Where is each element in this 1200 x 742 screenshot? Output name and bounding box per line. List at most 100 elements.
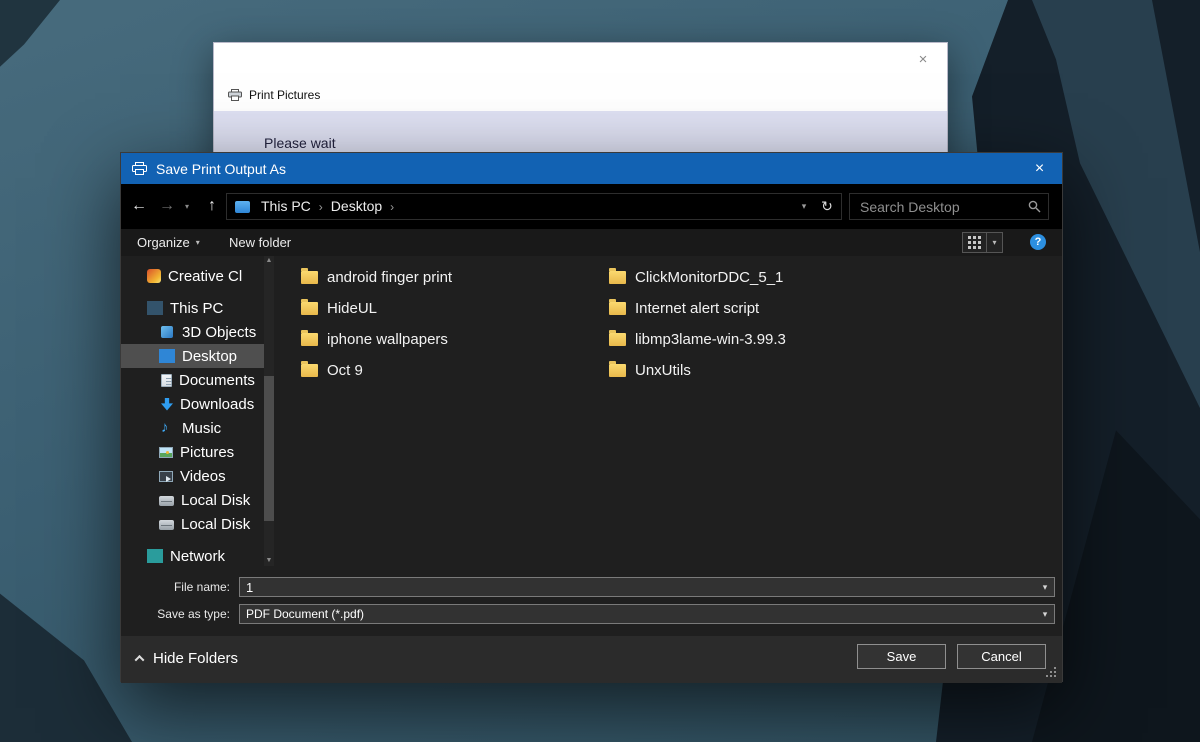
address-dropdown-icon[interactable]: ▾ xyxy=(794,194,814,219)
resize-grip[interactable] xyxy=(1046,667,1058,679)
sidebar-scrollbar[interactable]: ▲ ▼ xyxy=(264,256,274,566)
sidebar-item-label: Documents xyxy=(179,372,255,389)
forward-icon[interactable]: → xyxy=(156,195,178,217)
sidebar-item-pictures[interactable]: Pictures xyxy=(121,440,264,464)
file-item[interactable]: libmp3lame-win-3.99.3 xyxy=(609,324,929,355)
view-options-group: ▾ xyxy=(962,232,1003,253)
file-browser-area: Creative Cl This PC3D Objects Desktop Docum… xyxy=(121,256,1062,566)
folder-icon xyxy=(609,333,626,346)
sidebar-item-3d-objects[interactable]: 3D Objects xyxy=(121,320,264,344)
search-input[interactable] xyxy=(850,194,1022,219)
new-folder-label: New folder xyxy=(229,235,291,250)
search-icon[interactable] xyxy=(1028,200,1041,218)
sidebar-item-label: Downloads xyxy=(180,396,254,413)
print-pictures-title: Print Pictures xyxy=(228,88,320,102)
file-name-input[interactable] xyxy=(240,580,1036,595)
print-pictures-title-label: Print Pictures xyxy=(249,88,320,102)
breadcrumb-item[interactable]: This PC xyxy=(255,194,317,219)
file-item[interactable]: UnxUtils xyxy=(609,355,929,386)
scroll-up-icon[interactable]: ▲ xyxy=(264,256,274,266)
print-pictures-header: × Print Pictures xyxy=(214,43,947,111)
organize-button[interactable]: Organize ▾ xyxy=(137,229,200,256)
up-icon[interactable]: ↑ xyxy=(201,195,223,217)
breadcrumb[interactable]: This PC›Desktop›▾ ↻ xyxy=(226,193,842,220)
dialog-title: Save Print Output As xyxy=(156,161,286,177)
organize-label: Organize xyxy=(137,235,190,250)
file-item[interactable]: ClickMonitorDDC_5_1 xyxy=(609,262,929,293)
grid-view-icon xyxy=(968,236,982,250)
network-icon xyxy=(147,549,163,563)
help-icon[interactable]: ? xyxy=(1030,234,1046,250)
sidebar-item-label: Creative Cl xyxy=(168,268,242,285)
sidebar-item-local-disk-2[interactable]: Local Disk xyxy=(121,512,264,536)
save-as-type-value: PDF Document (*.pdf) xyxy=(240,607,1036,621)
sidebar-item-videos[interactable]: Videos xyxy=(121,464,264,488)
breadcrumb-separator-icon: › xyxy=(388,200,396,214)
sidebar-item-label: Music xyxy=(182,420,221,437)
sidebar-item-documents[interactable]: Documents xyxy=(121,368,264,392)
file-item[interactable]: iphone wallpapers xyxy=(301,324,596,355)
creative-icon xyxy=(147,269,161,283)
change-view-button[interactable] xyxy=(962,232,987,253)
sidebar-item-this-pc[interactable]: This PC xyxy=(121,296,264,320)
location-icon xyxy=(235,201,250,213)
file-name-label: android finger print xyxy=(327,269,452,286)
video-icon xyxy=(159,471,173,482)
download-icon xyxy=(161,398,173,411)
file-item[interactable]: android finger print xyxy=(301,262,596,293)
file-name-combobox: ▾ xyxy=(239,577,1055,597)
save-as-type-label: Save as type: xyxy=(121,607,239,621)
sidebar-item-label: Network xyxy=(170,548,225,565)
breadcrumb-separator-icon: › xyxy=(317,200,325,214)
cancel-button[interactable]: Cancel xyxy=(957,644,1046,669)
file-item[interactable]: Oct 9 xyxy=(301,355,596,386)
sidebar-item-creative-cloud[interactable]: Creative Cl xyxy=(121,264,264,288)
dialog-footer: Hide Folders Save Cancel xyxy=(121,636,1062,683)
folder-icon xyxy=(609,271,626,284)
scroll-down-icon[interactable]: ▼ xyxy=(264,556,274,566)
sidebar-item-downloads[interactable]: Downloads xyxy=(121,392,264,416)
close-icon[interactable]: × xyxy=(913,51,933,68)
sidebar-item-label: Desktop xyxy=(182,348,237,365)
save-fields: File name: ▾ Save as type: PDF Document … xyxy=(121,566,1062,636)
scrollbar-thumb[interactable] xyxy=(264,376,274,521)
recent-locations-icon[interactable]: ▾ xyxy=(180,195,194,217)
sidebar-item-label: Local Disk xyxy=(181,516,250,533)
chevron-down-icon[interactable]: ▾ xyxy=(1036,582,1054,593)
new-folder-button[interactable]: New folder xyxy=(229,229,291,256)
music-icon xyxy=(159,421,175,435)
breadcrumb-item[interactable]: Desktop xyxy=(325,194,388,219)
close-icon[interactable]: × xyxy=(1017,153,1062,184)
save-as-type-select[interactable]: PDF Document (*.pdf) ▾ xyxy=(239,604,1055,624)
cube-icon xyxy=(161,326,173,338)
file-name-label: UnxUtils xyxy=(635,362,691,379)
file-name-label: Internet alert script xyxy=(635,300,759,317)
file-col-2: ClickMonitorDDC_5_1 Internet alert script… xyxy=(609,262,929,386)
folder-icon xyxy=(609,364,626,377)
dialog-titlebar[interactable]: Save Print Output As × xyxy=(121,153,1062,184)
picture-icon xyxy=(159,447,173,458)
folder-icon xyxy=(301,364,318,377)
file-item[interactable]: Internet alert script xyxy=(609,293,929,324)
sidebar-item-local-disk-1[interactable]: Local Disk xyxy=(121,488,264,512)
sidebar-item-label: Pictures xyxy=(180,444,234,461)
refresh-icon[interactable]: ↻ xyxy=(817,194,837,219)
view-dropdown-icon[interactable]: ▾ xyxy=(987,232,1003,253)
folder-icon xyxy=(301,333,318,346)
sidebar-item-music[interactable]: Music xyxy=(121,416,264,440)
file-name-label: libmp3lame-win-3.99.3 xyxy=(635,331,786,348)
back-icon[interactable]: ← xyxy=(128,195,150,217)
disk-icon xyxy=(159,496,174,506)
folder-icon xyxy=(301,302,318,315)
folder-icon xyxy=(609,302,626,315)
desktop-icon xyxy=(159,349,175,363)
file-name-label: ClickMonitorDDC_5_1 xyxy=(635,269,783,286)
hide-folders-button[interactable]: Hide Folders xyxy=(136,650,238,667)
sidebar-item-network[interactable]: Network xyxy=(121,544,264,566)
file-item[interactable]: HideUL xyxy=(301,293,596,324)
doc-icon xyxy=(161,374,172,387)
save-button[interactable]: Save xyxy=(857,644,946,669)
sidebar-item-desktop[interactable]: Desktop xyxy=(121,344,264,368)
save-as-type-row: Save as type: PDF Document (*.pdf) ▾ xyxy=(121,604,1055,624)
search-box xyxy=(849,193,1049,220)
